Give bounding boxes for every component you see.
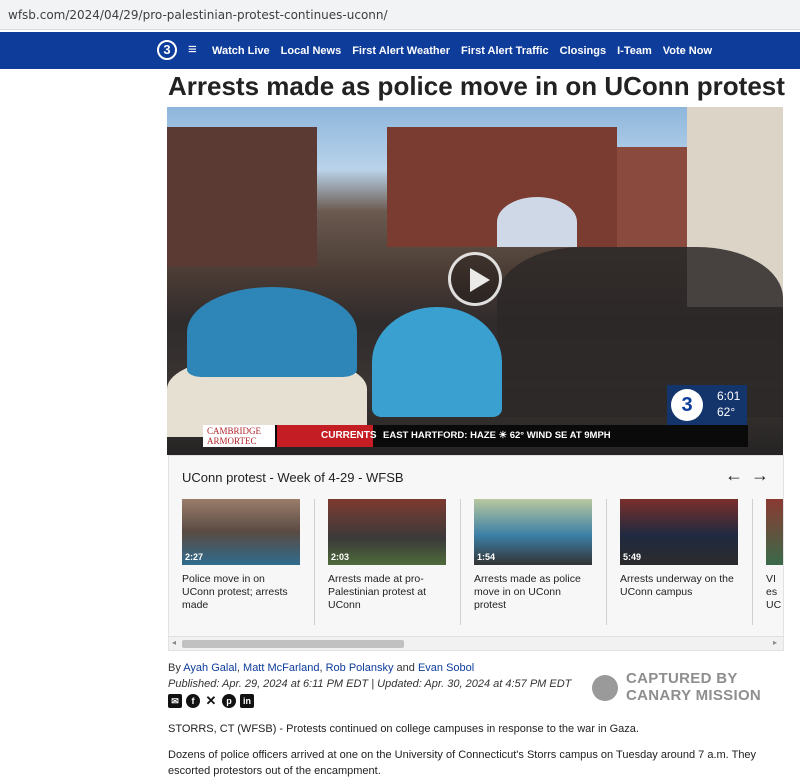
nav-vote-now[interactable]: Vote Now	[663, 45, 712, 57]
byline-prefix: By	[168, 662, 181, 674]
browser-address-bar[interactable]: wfsb.com/2024/04/29/pro-palestinian-prot…	[0, 0, 800, 30]
nav-first-alert-traffic[interactable]: First Alert Traffic	[461, 45, 549, 57]
duration: 2:27	[185, 552, 204, 562]
author-link[interactable]: Evan Sobol	[418, 662, 474, 674]
nav-links: Watch Live Local News First Alert Weathe…	[212, 32, 723, 69]
wfsb-logo[interactable]: 3	[157, 40, 177, 60]
linkedin-icon[interactable]: in	[240, 694, 254, 708]
author-link[interactable]: Matt McFarland	[243, 662, 319, 674]
playlist-item[interactable]: 2:03 Arrests made at pro-Palestinian pro…	[328, 499, 461, 625]
byline-and: and	[396, 662, 415, 674]
date-separator: |	[371, 678, 375, 690]
nav-first-alert-weather[interactable]: First Alert Weather	[352, 45, 450, 57]
play-icon[interactable]	[448, 252, 502, 306]
article-headline: Arrests made as police move in on UConn …	[168, 71, 785, 101]
canary-bird-icon	[592, 675, 618, 701]
currents-label: CURRENTS	[277, 425, 377, 447]
weather-text: EAST HARTFORD: HAZE ☀ 62° WIND SE AT 9MP…	[383, 430, 611, 441]
nav-local-news[interactable]: Local News	[281, 45, 342, 57]
sponsor-line-2: ARMORTEC	[207, 436, 257, 446]
share-bar: ✉ f ✕ p in	[168, 694, 258, 708]
x-icon[interactable]: ✕	[204, 694, 218, 708]
sponsor-line-1: CAMBRIDGE	[207, 426, 262, 436]
video-thumbnail[interactable]	[766, 499, 783, 565]
duration: 1:54	[477, 552, 496, 562]
bug-temp: 62°	[717, 405, 736, 419]
author-link[interactable]: Rob Polansky	[326, 662, 394, 674]
playlist-item[interactable]: VI es UC	[766, 499, 783, 625]
video-thumbnail[interactable]: 1:54	[474, 499, 592, 565]
scroll-left-icon[interactable]: ◂	[172, 638, 176, 647]
playlist-item[interactable]: 2:27 Police move in on UConn protest; ar…	[182, 499, 315, 625]
updated-date: Updated: Apr. 30, 2024 at 4:57 PM EDT	[377, 678, 572, 690]
playlist-item[interactable]: 1:54 Arrests made as police move in on U…	[474, 499, 607, 625]
nav-i-team[interactable]: I-Team	[617, 45, 652, 57]
bug-time: 6:01	[717, 389, 741, 403]
playlist-scrollbar[interactable]: ◂ ▸	[169, 636, 783, 650]
article-dates: Published: Apr. 29, 2024 at 6:11 PM EDT …	[168, 678, 571, 690]
scene-umbrella	[497, 197, 577, 247]
video-thumbnail[interactable]: 2:03	[328, 499, 446, 565]
scene-tent	[372, 307, 502, 417]
article-paragraph: STORRS, CT (WFSB) - Protests continued o…	[168, 723, 639, 735]
weather-ticker: CAMBRIDGE ARMORTEC CURRENTS EAST HARTFOR…	[203, 425, 748, 447]
playlist-title: UConn protest - Week of 4-29 - WFSB	[182, 470, 404, 485]
channel-bug: 3 6:01 62°	[667, 385, 747, 425]
channel-3-logo: 3	[671, 389, 703, 421]
published-date: Published: Apr. 29, 2024 at 6:11 PM EDT	[168, 678, 369, 690]
video-thumbnail[interactable]: 5:49	[620, 499, 738, 565]
bug-time-temp: 6:01 62°	[717, 388, 740, 420]
video-caption[interactable]: Arrests made as police move in on UConn …	[474, 573, 592, 612]
watermark-line-2: CANARY MISSION	[626, 687, 762, 704]
video-playlist: UConn protest - Week of 4-29 - WFSB ← → …	[168, 455, 784, 651]
sponsor-logo: CAMBRIDGE ARMORTEC	[203, 425, 275, 447]
scroll-right-icon[interactable]: ▸	[773, 638, 777, 647]
video-caption[interactable]: Arrests underway on the UConn campus	[620, 573, 738, 599]
watermark-text: CAPTURED BY CANARY MISSION	[626, 670, 796, 704]
watermark-line-1: CAPTURED BY	[626, 670, 738, 687]
duration: 5:49	[623, 552, 642, 562]
menu-icon[interactable]: ≡	[188, 41, 197, 59]
scene-building	[167, 127, 317, 267]
video-caption[interactable]: Arrests made at pro-Palestinian protest …	[328, 573, 446, 612]
video-player[interactable]: 3 6:01 62° CAMBRIDGE ARMORTEC CURRENTS E…	[167, 107, 783, 455]
site-nav: 3 ≡ Watch Live Local News First Alert We…	[0, 32, 800, 69]
video-thumbnail[interactable]: 2:27	[182, 499, 300, 565]
prev-arrow-icon[interactable]: ←	[725, 465, 743, 486]
byline-comma: ,	[236, 662, 240, 674]
article-paragraph: Dozens of police officers arrived at one…	[168, 749, 757, 777]
nav-watch-live[interactable]: Watch Live	[212, 45, 270, 57]
byline-comma: ,	[319, 662, 323, 674]
video-caption[interactable]: Police move in on UConn protest; arrests…	[182, 573, 300, 612]
scrollbar-thumb[interactable]	[182, 640, 404, 648]
next-arrow-icon[interactable]: →	[751, 465, 769, 486]
pinterest-icon[interactable]: p	[222, 694, 236, 708]
author-link[interactable]: Ayah Galal	[183, 662, 237, 674]
nav-closings[interactable]: Closings	[560, 45, 606, 57]
video-caption[interactable]: VI es UC	[766, 573, 781, 612]
playlist-item[interactable]: 5:49 Arrests underway on the UConn campu…	[620, 499, 753, 625]
scene-tent	[187, 287, 357, 377]
byline: By Ayah Galal, Matt McFarland, Rob Polan…	[168, 662, 474, 674]
email-icon[interactable]: ✉	[168, 694, 182, 708]
facebook-icon[interactable]: f	[186, 694, 200, 708]
url-text[interactable]: wfsb.com/2024/04/29/pro-palestinian-prot…	[8, 8, 388, 22]
duration: 2:03	[331, 552, 350, 562]
